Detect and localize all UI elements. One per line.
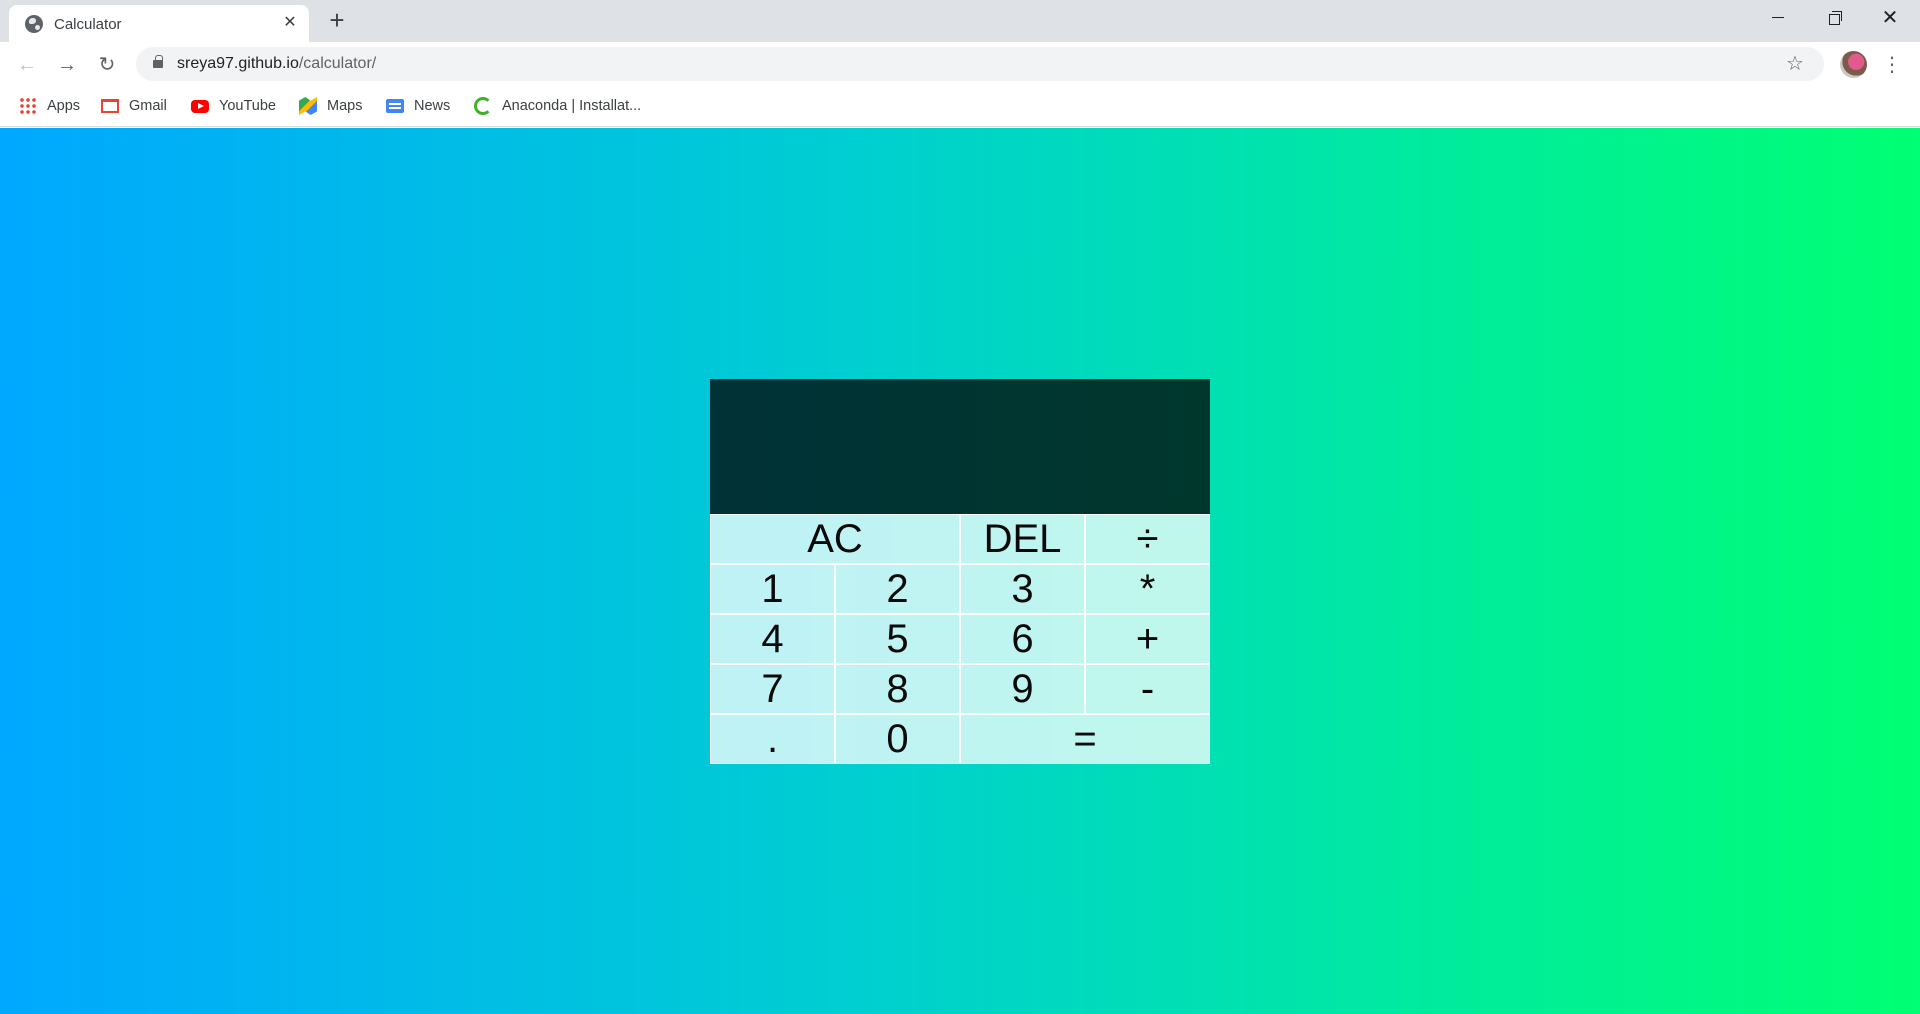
youtube-icon: [191, 99, 209, 113]
bookmark-label: Anaconda | Installat...: [502, 98, 642, 114]
multiply-button[interactable]: *: [1085, 564, 1210, 614]
address-bar[interactable]: sreya97.github.io/calculator/ ☆: [136, 47, 1824, 81]
plus-button[interactable]: +: [1085, 614, 1210, 664]
forward-button[interactable]: →: [53, 51, 81, 79]
calculator-display: [710, 379, 1210, 514]
back-button[interactable]: ←: [13, 51, 41, 79]
digit-8-button[interactable]: 8: [835, 664, 960, 714]
browser-menu-icon[interactable]: ⋮: [1882, 51, 1902, 79]
bookmark-label: Apps: [47, 98, 81, 114]
maps-icon: [299, 97, 317, 115]
digit-0-button[interactable]: 0: [835, 714, 960, 764]
bookmark-anaconda[interactable]: Anaconda | Installat...: [474, 95, 641, 117]
gmail-icon: [101, 99, 119, 113]
page-background: AC DEL ÷ 1 2 3 * 4 5 6 + 7 8 9 - . 0 =: [0, 128, 1920, 1014]
apps-grid-icon: [19, 97, 37, 115]
window-close-button[interactable]: ✕: [1862, 0, 1918, 36]
bookmark-news[interactable]: News: [386, 95, 450, 117]
minus-button[interactable]: -: [1085, 664, 1210, 714]
digit-3-button[interactable]: 3: [960, 564, 1085, 614]
bookmark-gmail[interactable]: Gmail: [101, 95, 167, 117]
url-path: /calculator/: [298, 55, 377, 72]
globe-icon: [25, 15, 43, 33]
close-tab-icon[interactable]: ✕: [281, 14, 299, 32]
tab-strip: Calculator ✕ + ✕: [0, 0, 1920, 42]
bookmark-youtube[interactable]: YouTube: [191, 95, 276, 117]
url-host: sreya97.github.io: [177, 55, 299, 72]
digit-1-button[interactable]: 1: [710, 564, 835, 614]
digit-7-button[interactable]: 7: [710, 664, 835, 714]
restore-button[interactable]: [1806, 0, 1862, 36]
bookmark-label: YouTube: [219, 98, 276, 114]
digit-6-button[interactable]: 6: [960, 614, 1085, 664]
browser-toolbar: ← → ↻ sreya97.github.io/calculator/ ☆ ⋮: [0, 42, 1920, 87]
tab-calculator[interactable]: Calculator ✕: [9, 5, 309, 42]
divide-button[interactable]: ÷: [1085, 514, 1210, 564]
profile-avatar[interactable]: [1840, 51, 1867, 78]
digit-9-button[interactable]: 9: [960, 664, 1085, 714]
lock-icon[interactable]: [153, 55, 163, 68]
digit-5-button[interactable]: 5: [835, 614, 960, 664]
reload-button[interactable]: ↻: [93, 51, 121, 79]
anaconda-icon: [474, 97, 492, 115]
delete-button[interactable]: DEL: [960, 514, 1085, 564]
all-clear-button[interactable]: AC: [710, 514, 960, 564]
bookmark-label: Gmail: [129, 98, 167, 114]
bookmark-apps[interactable]: Apps: [19, 95, 80, 117]
equals-button[interactable]: =: [960, 714, 1210, 764]
digit-2-button[interactable]: 2: [835, 564, 960, 614]
news-icon: [386, 99, 404, 113]
decimal-button[interactable]: .: [710, 714, 835, 764]
url-text[interactable]: sreya97.github.io/calculator/: [177, 55, 376, 73]
minimize-button[interactable]: [1750, 0, 1806, 36]
bookmark-label: News: [414, 98, 451, 114]
bookmark-label: Maps: [327, 98, 363, 114]
new-tab-button[interactable]: +: [326, 7, 348, 33]
bookmarks-bar: Apps Gmail YouTube Maps News Anaconda | …: [0, 87, 1920, 127]
bookmark-maps[interactable]: Maps: [299, 95, 362, 117]
bookmark-star-icon[interactable]: ☆: [1786, 51, 1804, 76]
digit-4-button[interactable]: 4: [710, 614, 835, 664]
calculator: AC DEL ÷ 1 2 3 * 4 5 6 + 7 8 9 - . 0 =: [710, 379, 1210, 764]
tab-title: Calculator: [54, 16, 122, 33]
